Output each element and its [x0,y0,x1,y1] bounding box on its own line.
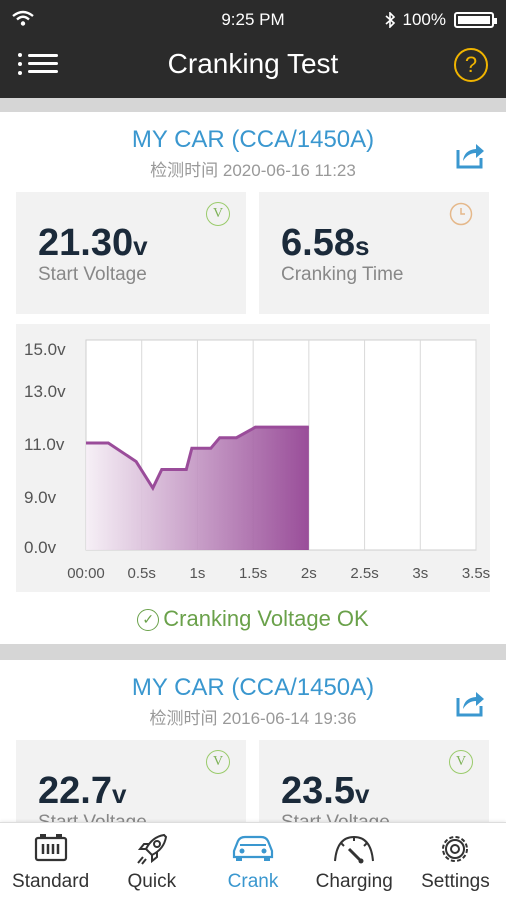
test-date: 检测时间 2016-06-14 19:36 [149,709,357,728]
y-tick-label: 9.0v [24,488,57,507]
page-title: Cranking Test [167,48,339,79]
tab-quick[interactable]: Quick [101,823,202,900]
battery-icon [34,834,67,862]
voltage-icon: V [206,202,230,226]
x-tick-label: 0.5s [128,565,156,582]
tab-settings[interactable]: Settings [405,823,506,900]
voltage-icon: V [449,750,473,774]
x-tick-label: 3s [412,565,428,582]
battery-icon [454,12,497,28]
voltage-chart-svg: 15.0v 13.0v 11.0v 9.0v 0.0v 00:00 0.5s 1s 1.5s 2s… [24,339,490,582]
start-voltage-label: Start Voltage [38,264,147,285]
battery-percent: 100% [402,10,446,29]
start-voltage-value: 23.5v [281,770,370,812]
share-icon[interactable] [454,688,486,718]
start-voltage-tile: V 21.30v Start Voltage [16,192,246,314]
test-date: 检测时间 2020-06-16 11:23 [150,161,356,180]
tab-label: Standard [12,871,90,892]
rocket-icon [137,833,167,865]
status-bar: 9:25 PM 100% [0,0,506,38]
start-voltage-value: 21.30v [38,222,148,264]
result-status: ✓ Cranking Voltage OK [0,606,506,632]
x-tick-label: 2s [301,565,317,582]
gauge-icon [334,835,375,864]
tab-charging[interactable]: Charging [304,823,405,900]
tab-label: Crank [227,871,279,892]
y-tick-label: 13.0v [24,382,66,401]
x-tick-label: 1.5s [239,565,267,582]
y-tick-label: 0.0v [24,538,57,557]
car-icon [232,835,274,861]
check-circle-icon: ✓ [137,609,160,631]
x-tick-label: 00:00 [67,565,105,582]
cranking-time-tile: 6.58s Cranking Time [259,192,489,314]
clock-icon [449,202,473,226]
x-tick-label: 1s [190,565,206,582]
share-icon[interactable] [454,140,486,170]
cranking-time-label: Cranking Time [281,264,404,285]
y-tick-label: 11.0v [24,435,65,454]
tab-crank[interactable]: Crank [202,823,303,900]
x-tick-label: 3.5s [462,565,490,582]
start-voltage-value: 22.7v [38,770,127,812]
x-tick-label: 2.5s [350,565,378,582]
bluetooth-icon [384,12,395,28]
test-record-card[interactable]: MY CAR (CCA/1450A) 检测时间 2020-06-16 11:23… [0,112,506,644]
tab-standard[interactable]: Standard [0,823,101,900]
bottom-tab-bar: Standard Quick Crank Charging Settings [0,822,506,900]
cranking-time-value: 6.58s [281,222,370,264]
y-tick-label: 15.0v [24,340,66,359]
help-icon[interactable]: ? [454,48,488,82]
voltage-chart: 15.0v 13.0v 11.0v 9.0v 0.0v 00:00 0.5s 1s 1.5s 2s… [16,324,490,592]
tab-label: Quick [127,871,177,892]
car-title: MY CAR (CCA/1450A) [131,674,375,701]
gear-icon [442,836,469,862]
tab-label: Settings [421,871,490,892]
tab-label: Charging [315,871,393,892]
car-title: MY CAR (CCA/1450A) [131,126,375,153]
app-header: 9:25 PM 100% Cranking Test ? [0,0,506,98]
voltage-icon: V [206,750,230,774]
